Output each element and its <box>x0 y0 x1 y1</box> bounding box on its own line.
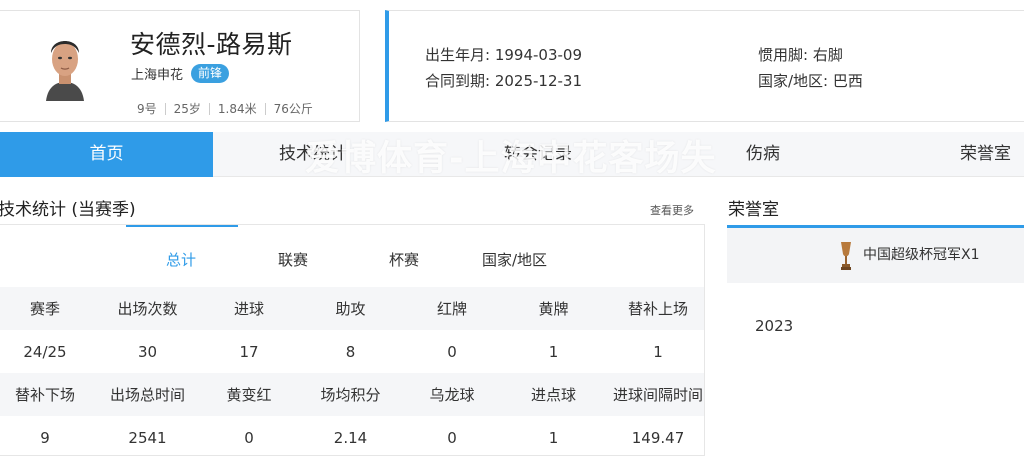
divider <box>208 102 210 115</box>
subtab-total[interactable]: 总计 <box>166 249 196 270</box>
table-header-cell: 助攻 <box>293 287 408 330</box>
trophy-icon <box>838 240 854 272</box>
position-badge: 前锋 <box>191 64 230 83</box>
table-cell: 0 <box>447 342 457 361</box>
table-header-row: 替补下场 出场总时间 黄变红 场均积分 乌龙球 进点球 进球间隔时间 <box>0 373 704 416</box>
view-more-link[interactable]: 查看更多 <box>650 202 694 218</box>
table-cell: 0 <box>447 428 457 447</box>
preferred-foot: 惯用脚: 右脚 <box>758 46 843 64</box>
contract-expiry: 合同到期: 2025-12-31 <box>425 72 582 90</box>
stats-section-title: 技术统计 (当赛季) <box>0 200 136 220</box>
table-header-row: 赛季 出场次数 进球 助攻 红牌 黄牌 替补上场 <box>0 287 704 330</box>
team-row: 上海申花 前锋 <box>131 64 230 83</box>
tab-stats[interactable]: 技术统计 <box>213 132 413 177</box>
table-cell: 2.14 <box>333 428 368 447</box>
table-row: 24/25 30 17 8 0 1 1 <box>0 330 704 373</box>
divider <box>264 102 266 115</box>
divider <box>164 102 166 115</box>
stats-card: 总计 联赛 杯赛 国家/地区 赛季 出场次数 进球 助攻 红牌 黄牌 替补上场 … <box>0 224 705 456</box>
table-cell: 9 <box>40 428 50 447</box>
table-cell: 17 <box>239 342 259 361</box>
honor-item-label[interactable]: 中国超级杯冠军X1 <box>863 244 980 264</box>
player-name: 安德烈-路易斯 <box>130 30 293 59</box>
stats-table: 赛季 出场次数 进球 助攻 红牌 黄牌 替补上场 24/25 30 17 8 0… <box>0 287 704 455</box>
nationality: 国家/地区: 巴西 <box>758 72 863 90</box>
table-header-cell: 替补下场 <box>0 373 90 416</box>
table-header-cell: 出场总时间 <box>90 373 205 416</box>
table-header-cell: 出场次数 <box>90 287 205 330</box>
table-cell: 1 <box>653 342 663 361</box>
tab-home[interactable]: 首页 <box>0 132 213 177</box>
player-avatar <box>40 27 90 101</box>
table-header-cell: 进点球 <box>496 373 611 416</box>
subtab-national[interactable]: 国家/地区 <box>482 249 547 270</box>
honors-section-title: 荣誉室 <box>728 200 779 220</box>
table-header-cell: 进球 <box>205 287 293 330</box>
table-cell: 30 <box>137 342 158 361</box>
table-cell: 0 <box>244 428 254 447</box>
player-weight: 76公斤 <box>273 102 313 116</box>
player-info-panel: 出生年月: 1994-03-09 合同到期: 2025-12-31 惯用脚: 右… <box>385 10 1024 122</box>
table-header-cell: 黄变红 <box>205 373 293 416</box>
table-header-cell: 替补上场 <box>611 287 704 330</box>
main-tab-bar: 首页 技术统计 转会记录 伤病 荣誉室 <box>0 132 1024 177</box>
player-height: 1.84米 <box>217 102 257 116</box>
table-header-cell: 场均积分 <box>293 373 408 416</box>
active-subtab-indicator <box>126 225 238 227</box>
player-meta: 9号 25岁 1.84米 76公斤 <box>137 100 313 117</box>
table-cell: 24/25 <box>23 342 67 361</box>
subtab-cup[interactable]: 杯赛 <box>389 249 419 270</box>
table-header-cell: 红牌 <box>408 287 496 330</box>
table-cell: 1 <box>548 428 559 447</box>
table-header-cell: 乌龙球 <box>408 373 496 416</box>
player-profile-card: 安德烈-路易斯 上海申花 前锋 9号 25岁 1.84米 76公斤 <box>0 10 360 122</box>
tab-honors[interactable]: 荣誉室 <box>863 132 1024 177</box>
player-age: 25岁 <box>173 102 201 116</box>
shirt-number: 9号 <box>137 102 157 116</box>
subtab-league[interactable]: 联赛 <box>278 249 308 270</box>
table-row: 9 2541 0 2.14 0 1 149.47 <box>0 416 704 455</box>
tab-transfers[interactable]: 转会记录 <box>413 132 663 177</box>
honor-year: 2023 <box>755 317 794 335</box>
birth-date: 出生年月: 1994-03-09 <box>425 46 582 64</box>
table-cell: 8 <box>345 342 356 361</box>
team-name[interactable]: 上海申花 <box>131 64 183 83</box>
table-cell: 1 <box>548 342 559 361</box>
tab-injuries[interactable]: 伤病 <box>663 132 863 177</box>
table-header-cell: 黄牌 <box>496 287 611 330</box>
table-cell: 149.47 <box>631 428 685 447</box>
table-header-cell: 进球间隔时间 <box>611 373 704 416</box>
table-header-cell: 赛季 <box>0 287 90 330</box>
table-cell: 2541 <box>128 428 167 447</box>
